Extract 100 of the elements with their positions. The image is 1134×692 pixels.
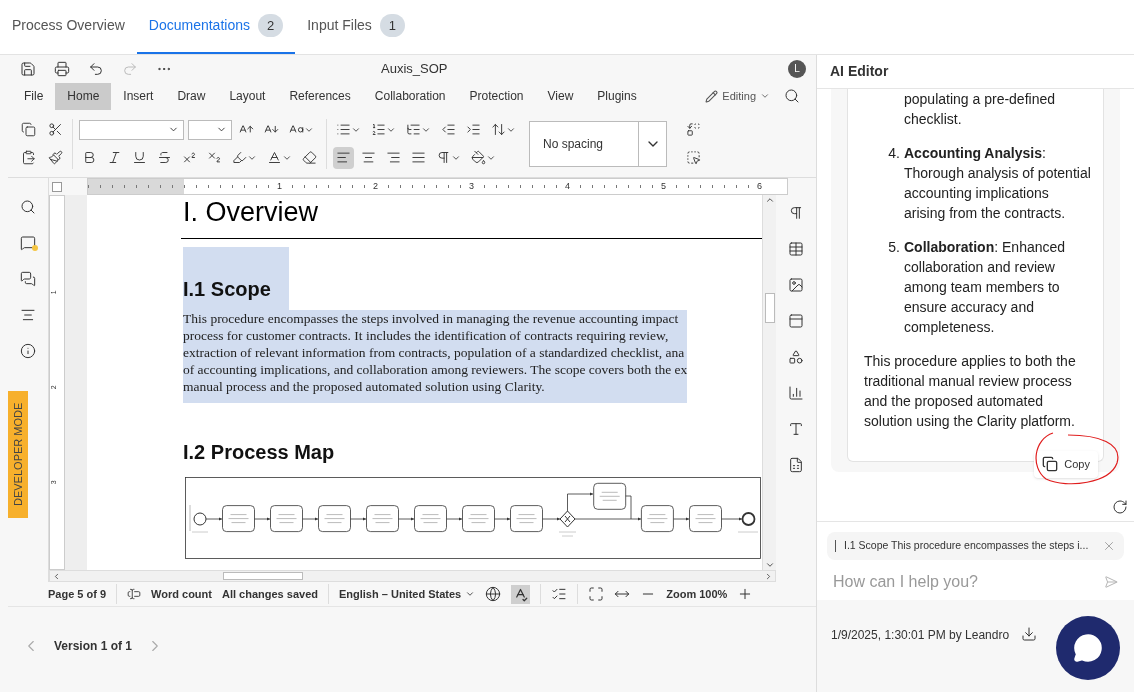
superscript-icon <box>182 150 197 165</box>
font-size-field[interactable] <box>188 119 232 140</box>
save-status: All changes saved <box>222 586 318 602</box>
vertical-scrollbar[interactable] <box>762 195 776 570</box>
menu-tab[interactable]: Draw <box>165 82 218 110</box>
word-count-icon[interactable] <box>127 587 142 601</box>
increase-indent-icon <box>466 122 481 137</box>
scroll-down-icon[interactable] <box>764 560 775 570</box>
scroll-up-icon[interactable] <box>764 195 775 205</box>
section-heading: I.2 Process Map <box>183 440 336 465</box>
print-icon[interactable] <box>54 60 70 77</box>
shading-icon <box>471 150 486 165</box>
text-art-icon[interactable] <box>788 421 804 437</box>
chart-icon[interactable] <box>788 385 804 401</box>
subscript-icon <box>207 150 222 165</box>
save-icon[interactable] <box>20 60 36 77</box>
menu-tab[interactable]: Layout <box>217 82 278 110</box>
line-spacing-icon <box>491 122 506 137</box>
horizontal-scrollbar[interactable] <box>49 570 776 582</box>
align-button[interactable] <box>333 146 354 169</box>
chat-icon[interactable] <box>20 271 36 287</box>
copy-button[interactable]: Copy <box>1034 451 1098 478</box>
highlighter-icon <box>232 150 247 165</box>
menu-tab[interactable]: Protection <box>457 82 536 110</box>
tab[interactable]: Process Overview <box>0 0 137 54</box>
response-paragraph: This procedure applies to both the traditional manual review process and the proposed automated solution using the Clarity platform. <box>864 352 1077 431</box>
paragraph-style-field[interactable]: No spacing <box>529 120 667 167</box>
shapes-icon[interactable] <box>788 349 804 365</box>
user-avatar[interactable]: L <box>788 59 806 78</box>
save-info: 1/9/2025, 1:30:01 PM by Leandro <box>831 627 1010 644</box>
search-icon[interactable] <box>20 199 36 215</box>
numbering-icon <box>371 122 386 137</box>
chat-input[interactable]: How can I help you? <box>827 564 1104 600</box>
section-heading[interactable]: I.1 Scope <box>183 247 289 310</box>
scroll-thumb[interactable] <box>764 292 775 323</box>
info-icon[interactable] <box>20 343 36 359</box>
download-icon[interactable] <box>1021 626 1038 642</box>
count-badge: 1 <box>379 13 406 38</box>
navigation-icon[interactable] <box>20 307 36 323</box>
menu-tab[interactable]: File <box>12 82 56 110</box>
word-count[interactable]: Word count <box>151 585 212 603</box>
menu-tab[interactable]: References <box>277 82 363 110</box>
editing-mode-button[interactable]: Editing <box>705 87 770 105</box>
align-icon <box>336 150 351 165</box>
multilevel-list-icon <box>406 122 421 137</box>
spellcheck-toggle[interactable] <box>511 584 531 604</box>
bold-icon <box>82 150 97 165</box>
pencil-icon <box>705 89 719 103</box>
caret-icon <box>760 91 770 101</box>
menu-tab[interactable]: View <box>535 82 586 110</box>
fit-page-icon[interactable] <box>588 586 605 602</box>
menu-tab[interactable]: Collaboration <box>362 82 458 110</box>
track-changes-icon[interactable] <box>551 586 568 602</box>
tab[interactable]: Input Files 1 <box>295 0 418 54</box>
page-count: Page 5 of 9 <box>48 586 107 602</box>
replace-icon <box>686 122 701 137</box>
format-painter-icon <box>48 150 63 165</box>
align-icon <box>386 150 401 165</box>
list-item-text: Accounting Analysis: Thorough analysis of potential accounting implications arising from the contracts. <box>904 144 1092 223</box>
image-icon[interactable] <box>788 277 804 293</box>
list-number: 4. <box>887 144 901 163</box>
align-icon <box>361 150 376 165</box>
scope-paragraph: This procedure encompasses the steps involved in managing the revenue accounting impact process for customer contracts. It includes the identification of contracts requiring review, extraction of relevant information from contracts, population of a standardized checklist, ana of accounting implications, and collaboration among reviewers. The scope covers both the ex manual process and the proposed automated solution using Clarity. <box>183 310 688 403</box>
font-color-icon <box>267 150 282 165</box>
align-icon <box>411 150 426 165</box>
document-title: Auxis_SOP <box>381 59 448 78</box>
scroll-right-icon[interactable] <box>764 571 773 581</box>
list-item-text: populating a pre-defined checklist. <box>904 90 1056 129</box>
globe-icon[interactable] <box>485 586 502 602</box>
copy-icon <box>1042 456 1059 473</box>
undo-icon[interactable] <box>88 60 104 77</box>
select-icon <box>686 150 701 165</box>
scroll-thumb[interactable] <box>222 572 303 580</box>
menu-tab[interactable]: Home <box>55 82 112 110</box>
menu-tab[interactable]: Plugins <box>585 82 649 110</box>
table-icon[interactable] <box>788 241 804 257</box>
list-number: 5. <box>887 238 901 257</box>
header-footer-icon[interactable] <box>788 313 804 329</box>
strikethrough-icon <box>157 150 172 165</box>
italic-icon <box>107 150 122 165</box>
version-label: Version 1 of 1 <box>54 637 133 655</box>
underline-icon <box>132 150 147 165</box>
refresh-icon[interactable] <box>1112 499 1128 515</box>
horizontal-ruler: 1 2 3 4 5 6 <box>87 178 788 195</box>
font-name-field[interactable] <box>79 119 184 140</box>
comment-icon[interactable] <box>20 235 36 251</box>
form-icon[interactable] <box>788 457 804 473</box>
heading: I. Overview <box>183 196 320 229</box>
menu-tab[interactable]: Insert <box>111 82 166 110</box>
chat-bubble-icon <box>1073 633 1103 663</box>
decrease-indent-icon <box>441 122 456 137</box>
language-select[interactable]: English – United States <box>339 585 476 603</box>
bullets-icon <box>336 122 351 137</box>
search-icon[interactable] <box>784 88 800 104</box>
clear-format-icon <box>302 150 317 165</box>
copy-icon <box>21 122 36 137</box>
developer-mode-badge[interactable]: DEVELOPER MODE <box>8 391 28 518</box>
paste-icon <box>21 150 36 165</box>
pilcrow-icon[interactable] <box>788 205 804 221</box>
scroll-left-icon[interactable] <box>52 571 61 581</box>
